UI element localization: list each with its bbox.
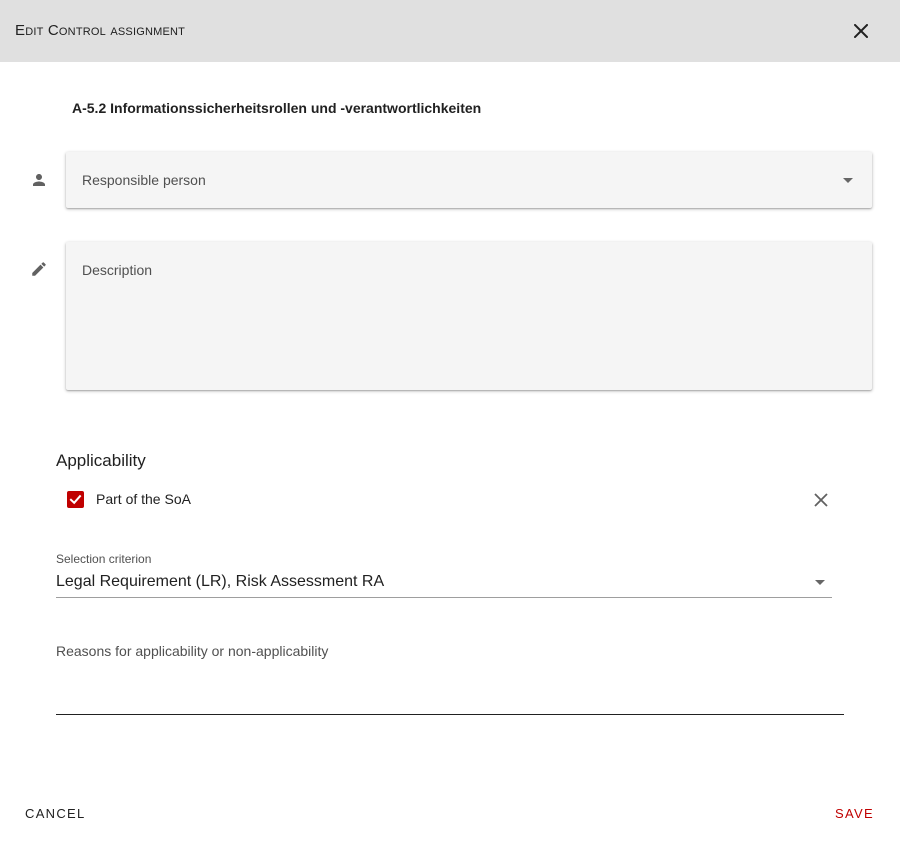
clear-applicability-button[interactable] [810,489,832,511]
responsible-person-label: Responsible person [82,172,206,188]
control-title: A-5.2 Informationssicherheitsrollen und … [72,100,482,116]
cancel-button[interactable]: CANCEL [25,806,86,821]
dialog-titlebar: Edit Control assignment [0,0,900,62]
save-button[interactable]: SAVE [835,806,874,821]
close-button[interactable] [848,18,874,44]
chevron-down-icon [843,178,853,183]
pencil-icon [27,257,51,281]
part-of-soa-checkbox[interactable] [67,491,84,508]
person-icon [27,168,51,192]
reasons-underline [56,714,844,715]
close-icon [854,24,868,38]
selection-criterion-select[interactable] [56,550,832,598]
reasons-input[interactable] [56,666,844,714]
description-textarea[interactable]: Description [66,242,872,390]
dialog-title: Edit Control assignment [15,22,186,39]
description-label: Description [82,262,153,278]
checkmark-icon [69,494,82,505]
clear-icon [814,493,828,507]
reasons-label: Reasons for applicability or non-applica… [56,643,329,659]
applicability-heading: Applicability [56,451,146,470]
chevron-down-icon [815,580,825,585]
edit-control-assignment-dialog: Edit Control assignment A-5.2 Informatio… [0,0,900,850]
part-of-soa-label: Part of the SoA [96,491,191,507]
responsible-person-select[interactable]: Responsible person [66,152,872,208]
